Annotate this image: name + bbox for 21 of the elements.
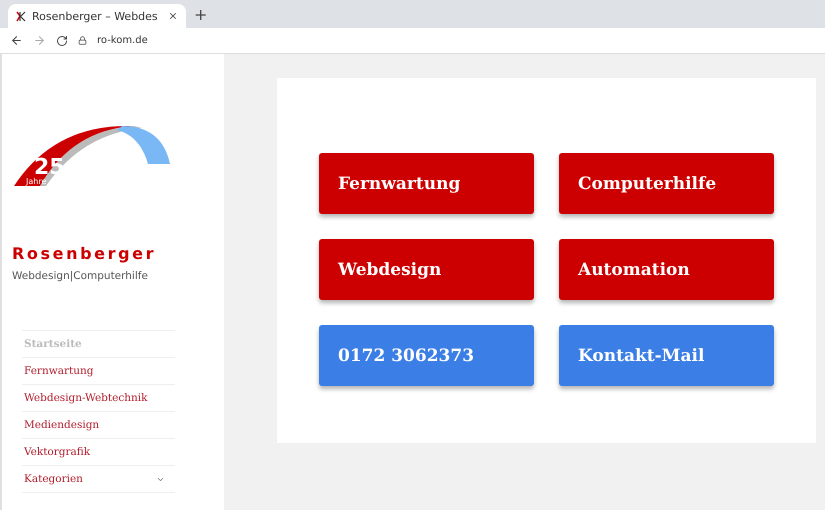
new-tab-button[interactable]: + [194, 5, 208, 24]
address-field[interactable]: ro-kom.de [97, 35, 148, 46]
menu-item[interactable]: Vektorgrafik [22, 439, 175, 466]
menu-item[interactable]: Kategorien [22, 466, 175, 493]
close-icon[interactable] [168, 11, 178, 21]
tile-button[interactable]: Computerhilfe [559, 153, 774, 214]
menu-item[interactable]: Fernwartung [22, 358, 175, 385]
tile-button[interactable]: Fernwartung [319, 153, 534, 214]
menu-item[interactable]: Webdesign-Webtechnik [22, 385, 175, 412]
menu-item[interactable]: Mediendesign [22, 412, 175, 439]
tile-button[interactable]: Kontakt-Mail [559, 325, 774, 386]
site-title: Rosenberger [12, 244, 158, 263]
tile-button[interactable]: Automation [559, 239, 774, 300]
tile-button[interactable]: Webdesign [319, 239, 534, 300]
back-icon[interactable] [10, 34, 23, 47]
logo-icon [16, 10, 26, 22]
lock-icon [78, 36, 87, 45]
browser-tab[interactable]: Rosenberger – Webdes [8, 4, 186, 28]
reload-icon[interactable] [56, 34, 68, 46]
tile-button[interactable]: 0172 3062373 [319, 325, 534, 386]
tagline: Webdesign|Computerhilfe [12, 270, 149, 282]
